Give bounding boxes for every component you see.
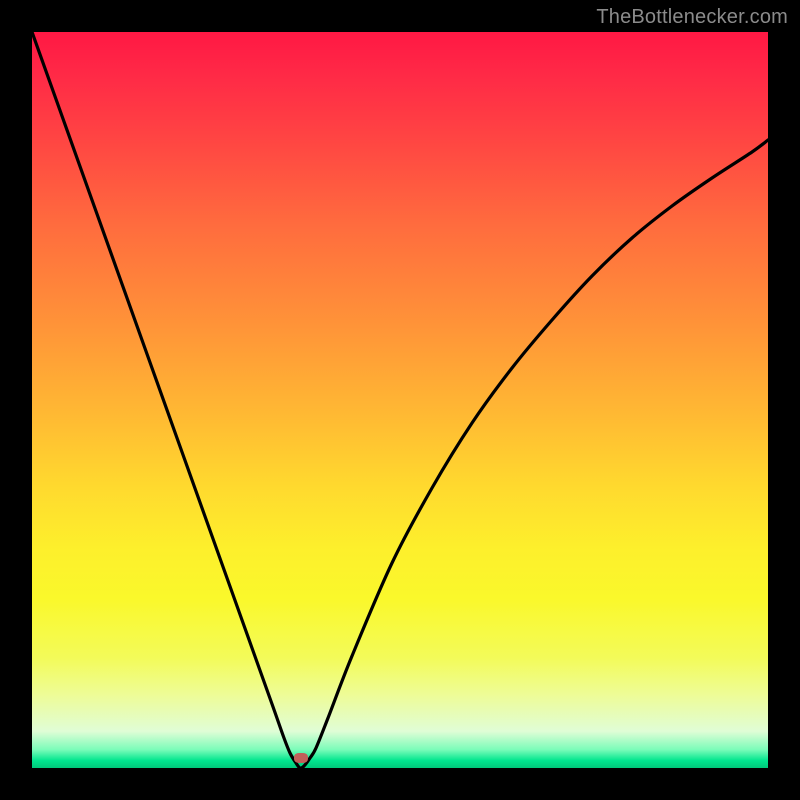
bottleneck-marker: [294, 753, 308, 763]
watermark-text: TheBottlenecker.com: [596, 6, 788, 29]
plot-area: [32, 32, 768, 768]
chart-frame: TheBottlenecker.com: [0, 0, 800, 800]
bottleneck-curve: [32, 32, 768, 768]
